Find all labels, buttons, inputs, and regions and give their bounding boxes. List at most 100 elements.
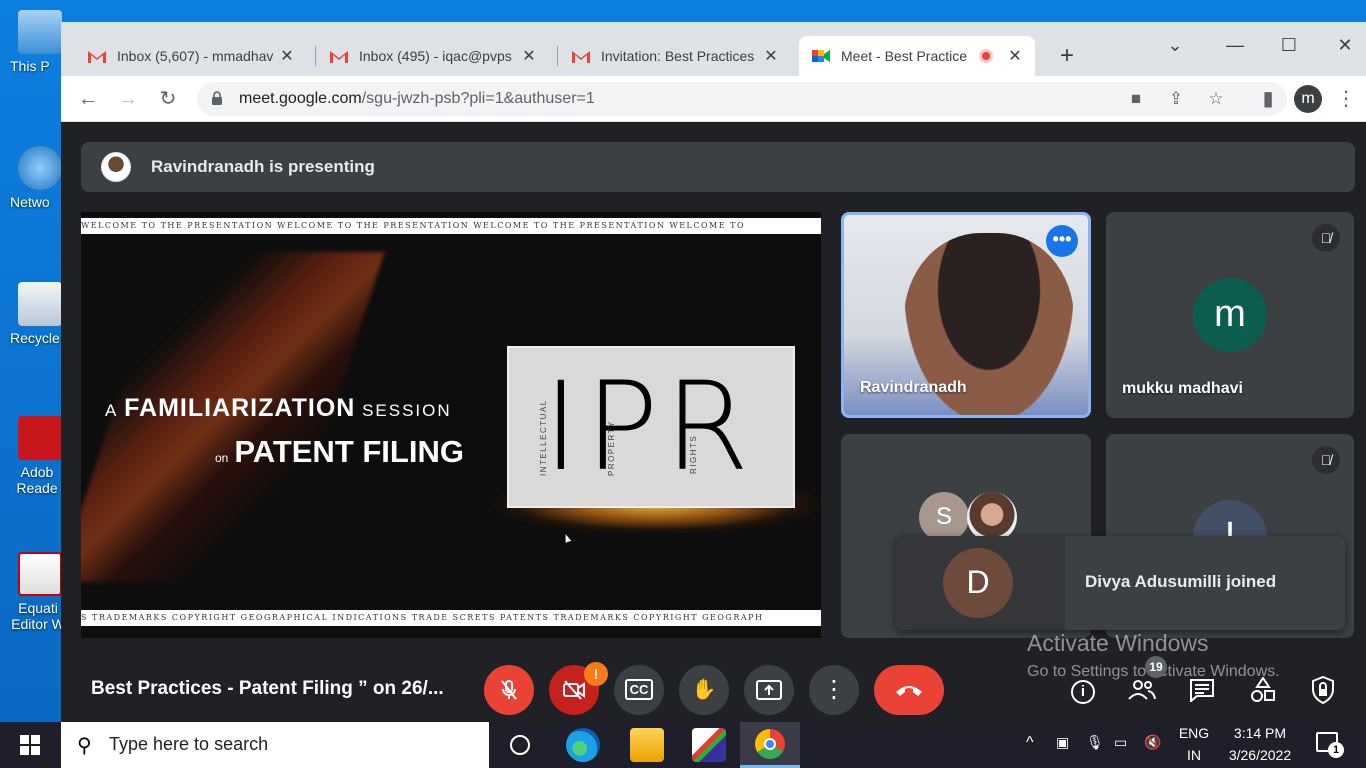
tab-gmail-inbox-1[interactable]: Inbox (5,607) - mmadhav ✕	[75, 36, 307, 76]
browser-window: Inbox (5,607) - mmadhav ✕ Inbox (495) - …	[61, 22, 1366, 722]
profile-avatar[interactable]: m	[1294, 85, 1322, 113]
menu-icon[interactable]: ⋮	[1333, 86, 1359, 112]
chat-icon	[1190, 679, 1214, 704]
presenting-bar: Ravindranadh is presenting	[81, 142, 1355, 192]
scanner-app-icon[interactable]	[692, 728, 726, 762]
tab-divider	[315, 46, 316, 66]
activities-button[interactable]	[1248, 675, 1278, 705]
tab-strip: Inbox (5,607) - mmadhav ✕ Inbox (495) - …	[61, 22, 1366, 76]
gmail-icon	[88, 50, 106, 63]
desktop-icon-equation-editor[interactable]: Equati Editor W	[6, 552, 66, 632]
hangup-icon	[896, 686, 922, 696]
people-icon	[1128, 680, 1156, 700]
desktop-icon-network[interactable]: Netwo	[6, 146, 66, 210]
search-icon: ⚲	[77, 735, 92, 757]
back-button[interactable]: ←	[75, 86, 101, 112]
present-icon	[756, 680, 782, 700]
join-notification: D Divya Adusumilli joined	[895, 536, 1345, 630]
joined-avatar: D	[943, 548, 1013, 618]
hand-icon: ✋	[691, 679, 717, 701]
tab-gmail-invitation[interactable]: Invitation: Best Practices ✕	[559, 36, 791, 76]
camera-tray-icon[interactable]: ▣	[1056, 734, 1069, 751]
host-controls-button[interactable]	[1308, 675, 1338, 705]
reload-button[interactable]: ↻	[155, 86, 181, 112]
maximize-button[interactable]: ☐	[1265, 30, 1313, 60]
start-button[interactable]	[0, 722, 60, 768]
computer-icon	[18, 10, 62, 54]
minimize-button[interactable]: —	[1211, 30, 1259, 60]
close-window-button[interactable]: ✕	[1321, 30, 1366, 60]
present-button[interactable]	[744, 665, 794, 715]
raise-hand-button[interactable]: ✋	[679, 665, 729, 715]
close-icon[interactable]: ✕	[521, 46, 537, 66]
close-icon[interactable]: ✕	[1007, 46, 1023, 66]
presentation-slide: WELCOME TO THE PRESENTATION WELCOME TO T…	[81, 212, 821, 638]
ipr-graphic: IPR INTELLECTUAL PROPERTY RIGHTS	[507, 346, 795, 508]
people-count-badge: 19	[1145, 656, 1167, 678]
language-indicator[interactable]: ENG IN	[1174, 725, 1214, 763]
mic-off-button[interactable]	[484, 665, 534, 715]
equation-editor-icon	[18, 552, 62, 596]
windows-icon	[20, 735, 40, 755]
chat-button[interactable]	[1187, 675, 1217, 705]
tray-overflow-icon[interactable]: ^	[1026, 734, 1034, 752]
participant-tile-ravindranadh[interactable]: ••• Ravindranadh	[841, 212, 1091, 418]
presenter-avatar	[101, 152, 131, 182]
tab-divider	[557, 46, 558, 66]
desktop-icon-this-pc[interactable]: This P	[6, 10, 66, 74]
leave-call-button[interactable]	[874, 665, 944, 715]
star-icon[interactable]: ☆	[1205, 88, 1227, 110]
meeting-title: Best Practices - Patent Filing ” on 26/.…	[91, 678, 444, 699]
task-view-icon	[510, 735, 530, 755]
address-bar[interactable]: meet.google.com/sgu-jwzh-psb?pli=1&authu…	[197, 82, 1287, 116]
file-explorer-icon[interactable]	[630, 728, 664, 762]
captions-icon: CC	[624, 679, 654, 700]
more-options-icon[interactable]: •••	[1046, 225, 1078, 257]
shield-lock-icon	[1312, 675, 1334, 705]
gmail-icon	[572, 50, 590, 63]
camera-off-icon	[563, 680, 585, 700]
captions-button[interactable]: CC	[614, 665, 664, 715]
notification-center-icon[interactable]: 1	[1316, 732, 1344, 758]
desktop-icon-recycle-bin[interactable]: Recycle	[6, 282, 66, 346]
clock[interactable]: 3:14 PM 3/26/2022	[1222, 725, 1298, 763]
tab-gmail-inbox-2[interactable]: Inbox (495) - iqac@pvps ✕	[317, 36, 549, 76]
slide-banner-bottom: S TRADEMARKS COPYRIGHT GEOGRAPHICAL INDI…	[81, 610, 821, 626]
info-icon: i	[1071, 680, 1095, 704]
meeting-details-button[interactable]: i	[1068, 675, 1098, 705]
task-view-button[interactable]	[503, 728, 537, 762]
edge-icon[interactable]	[566, 728, 600, 762]
participant-avatar: S	[919, 492, 969, 542]
more-options-button[interactable]: ⋮	[809, 665, 859, 715]
mic-tray-icon[interactable]: 🎙	[1086, 734, 1104, 751]
gmail-icon	[330, 50, 348, 63]
tab-search-button[interactable]: ⌄	[1151, 30, 1199, 60]
meet-icon	[812, 50, 830, 62]
forward-button[interactable]: →	[115, 86, 141, 112]
recording-icon	[979, 49, 993, 63]
meet-main: Ravindranadh is presenting WELCOME TO TH…	[61, 122, 1366, 722]
share-icon[interactable]: ⇪	[1165, 88, 1187, 110]
people-button[interactable]	[1127, 675, 1157, 705]
notification-badge: 1	[1328, 742, 1344, 758]
participant-avatar-photo	[967, 492, 1017, 542]
close-icon[interactable]: ✕	[279, 46, 295, 66]
chrome-icon	[755, 729, 785, 759]
chrome-taskbar-button[interactable]	[740, 722, 800, 768]
camera-icon[interactable]: ■	[1125, 88, 1147, 110]
close-icon[interactable]: ✕	[763, 46, 779, 66]
participant-tile-mukku-madhavi[interactable]: 🎙̸ m mukku madhavi	[1106, 212, 1354, 418]
network-tray-icon[interactable]: ▭	[1114, 734, 1127, 751]
side-panel-icon[interactable]: ▮	[1255, 86, 1281, 112]
volume-muted-icon[interactable]: 🔇	[1144, 734, 1161, 751]
lock-icon	[212, 91, 222, 105]
network-icon	[18, 146, 62, 190]
adobe-reader-icon	[18, 416, 62, 460]
desktop-icon-adobe-reader[interactable]: Adob Reade	[6, 416, 66, 496]
tab-meet[interactable]: Meet - Best Practice ✕	[799, 36, 1035, 76]
url-text: meet.google.com/sgu-jwzh-psb?pli=1&authu…	[239, 90, 595, 107]
slide-title: A FAMILIARIZATION SESSION	[105, 394, 452, 422]
taskbar-search[interactable]: ⚲ Type here to search	[61, 722, 489, 768]
mic-off-icon	[501, 680, 517, 700]
new-tab-button[interactable]: +	[1053, 42, 1081, 70]
